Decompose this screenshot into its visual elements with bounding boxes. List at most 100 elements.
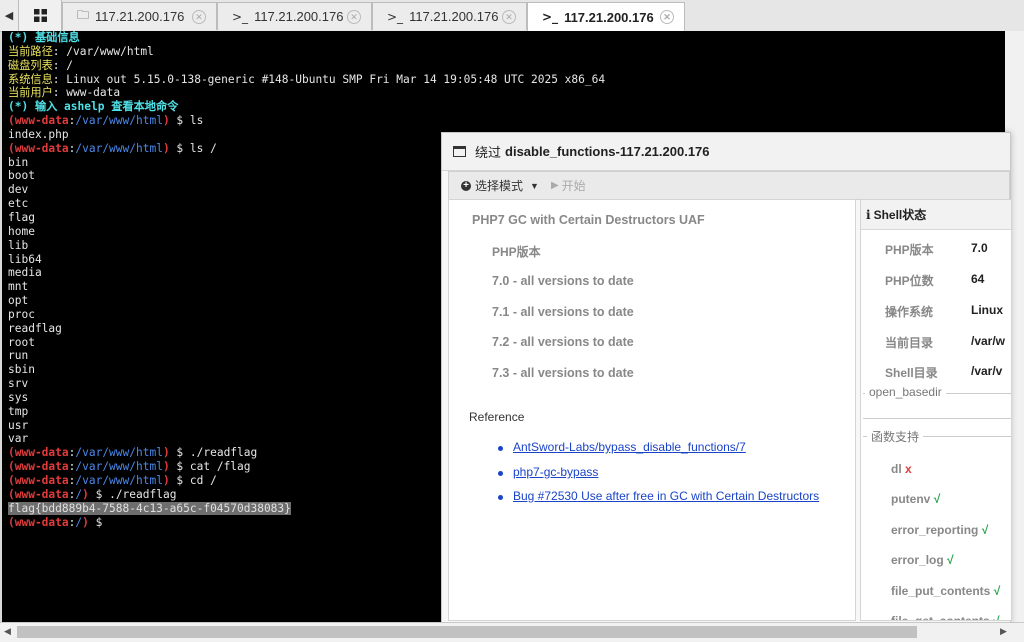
check-icon: √	[981, 523, 989, 537]
tab-label: 117.21.200.176	[254, 9, 344, 24]
reference-link[interactable]: AntSword-Labs/bypass_disable_functions/7	[513, 440, 746, 454]
window-title-prefix: 绕过	[475, 145, 502, 160]
tab-scroll-left-button[interactable]: ◀	[0, 0, 19, 31]
grid-icon	[33, 9, 47, 22]
terminal-text: lib	[8, 238, 29, 252]
php-version-item: 7.1 - all versions to date	[492, 305, 634, 319]
chevron-left-icon: ◀	[4, 10, 14, 22]
terminal-text: /var/www/html	[75, 114, 163, 128]
bypass-disable-functions-window: 绕过 disable_functions-117.21.200.176 + 选择…	[441, 132, 1012, 624]
close-icon[interactable]: ✕	[192, 10, 206, 24]
terminal-text: $ ls /	[169, 141, 217, 155]
terminal-text: $ cat /flag	[169, 460, 251, 474]
close-icon[interactable]: ✕	[347, 10, 361, 24]
terminal-text: /var/www/html	[75, 446, 163, 460]
tab-label: 117.21.200.176	[95, 9, 185, 24]
terminal-text: : www-data	[52, 86, 121, 100]
window-title: disable_functions-117.21.200.176	[505, 144, 710, 159]
terminal-text: )	[82, 515, 89, 529]
open-basedir-label: open_basedir	[865, 385, 946, 399]
terminal-text: lib64	[8, 252, 42, 266]
window-titlebar[interactable]: 绕过 disable_functions-117.21.200.176	[442, 133, 1010, 171]
status-key: 操作系统	[885, 305, 934, 319]
tab-bar: ◀ 🗀 117.21.200.176 ✕ >_ 117.21.200.176 ✕…	[0, 0, 1024, 32]
select-mode-dropdown[interactable]: + 选择模式 ▼	[461, 177, 539, 194]
dashboard-grid-button[interactable]	[19, 0, 62, 31]
functions-support-label: 函数支持	[867, 428, 924, 445]
shell-status-pane: i Shell状态 PHP版本 7.0 PHP位数 64 操作系统 Linux …	[860, 199, 1012, 621]
status-value: /var/v	[971, 364, 1003, 378]
status-key: PHP位数	[885, 274, 934, 288]
terminal-text: root	[8, 335, 35, 349]
terminal-text: 系统信息	[8, 72, 53, 86]
terminal-text: (www-data	[8, 487, 69, 501]
shell-status-header: i Shell状态	[861, 200, 1011, 230]
horizontal-scrollbar[interactable]: ◀ ▶	[0, 622, 1024, 642]
status-key: PHP版本	[885, 243, 934, 257]
close-icon[interactable]: ✕	[502, 10, 516, 24]
terminal-text: )	[162, 114, 170, 128]
terminal-text: /var/www/html	[75, 460, 163, 474]
terminal-text: readflag	[8, 321, 62, 335]
status-value: Linux	[971, 303, 1003, 317]
terminal-text: )	[162, 446, 170, 460]
reference-link[interactable]: php7-gc-bypass	[513, 465, 598, 479]
tab-terminal-active[interactable]: >_ 117.21.200.176 ✕	[527, 2, 685, 31]
terminal-text: (*) 基础信息	[8, 31, 80, 44]
terminal-text: boot	[8, 169, 35, 183]
terminal-text: : Linux out 5.15.0-138-generic #148-Ubun…	[52, 72, 606, 86]
reference-link[interactable]: Bug #72530 Use after free in GC with Cer…	[513, 489, 819, 503]
terminal-text: sbin	[8, 363, 35, 377]
terminal-icon: >_	[232, 9, 249, 24]
check-icon: √	[947, 553, 954, 567]
start-label: 开始	[561, 179, 586, 193]
scroll-right-arrow-icon[interactable]: ▶	[1000, 626, 1007, 637]
terminal-text: etc	[8, 197, 29, 211]
tab-file-manager[interactable]: 🗀 117.21.200.176 ✕	[62, 2, 217, 30]
scrollbar-thumb[interactable]	[17, 626, 917, 638]
function-item: file_put_contents √	[891, 584, 1001, 598]
terminal-text: : /	[52, 58, 73, 72]
tab-label: 117.21.200.176	[564, 9, 654, 25]
status-key: 当前目录	[885, 336, 934, 350]
terminal-text: )	[162, 141, 170, 155]
info-icon: i	[866, 207, 871, 222]
terminal-text: index.php	[8, 127, 69, 141]
terminal-text: $ ls	[169, 114, 204, 128]
function-item: dl x	[891, 462, 912, 476]
terminal-text: opt	[8, 294, 29, 308]
folder-icon: 🗀	[77, 8, 90, 22]
terminal-text: : /var/www/html	[52, 44, 154, 58]
terminal-text: (www-data	[8, 474, 69, 487]
tab-terminal-1[interactable]: >_ 117.21.200.176 ✕	[217, 2, 372, 30]
check-icon: √	[993, 614, 1000, 621]
terminal-text: (*) 输入 ashelp 查看本地命令	[8, 100, 179, 114]
tab-terminal-2[interactable]: >_ 117.21.200.176 ✕	[372, 2, 527, 30]
function-item: file_get_contents √	[891, 614, 1000, 621]
close-icon[interactable]: ✕	[660, 10, 674, 24]
php-version-item: 7.2 - all versions to date	[492, 335, 634, 349]
terminal-text: $ ./readflag	[169, 446, 258, 460]
terminal-icon: >_	[387, 9, 404, 24]
terminal-line: (*) 基础信息	[8, 31, 1005, 45]
scroll-left-arrow-icon[interactable]: ◀	[4, 626, 11, 637]
terminal-text: bin	[8, 155, 29, 169]
terminal-text: srv	[8, 377, 29, 391]
check-icon: √	[933, 492, 941, 506]
terminal-line: 系统信息: Linux out 5.15.0-138-generic #148-…	[8, 73, 1005, 87]
terminal-text: tmp	[8, 404, 29, 418]
exploit-details-pane: PHP7 GC with Certain Destructors UAF PHP…	[448, 199, 856, 621]
check-icon: √	[993, 584, 1001, 598]
status-value: 7.0	[971, 241, 988, 255]
terminal-line: 磁盘列表: /	[8, 59, 1005, 73]
terminal-text: proc	[8, 307, 35, 321]
php-version-item: 7.0 - all versions to date	[492, 274, 634, 288]
terminal-text: mnt	[8, 280, 29, 294]
window-toolbar: + 选择模式 ▼ ▶ 开始	[448, 171, 1010, 200]
status-value: 64	[971, 272, 985, 286]
terminal-text: sys	[8, 390, 29, 404]
reference-heading: Reference	[469, 410, 525, 424]
terminal-text: (www-data	[8, 515, 69, 529]
function-item: error_log √	[891, 553, 954, 567]
start-button[interactable]: ▶ 开始	[551, 177, 586, 194]
